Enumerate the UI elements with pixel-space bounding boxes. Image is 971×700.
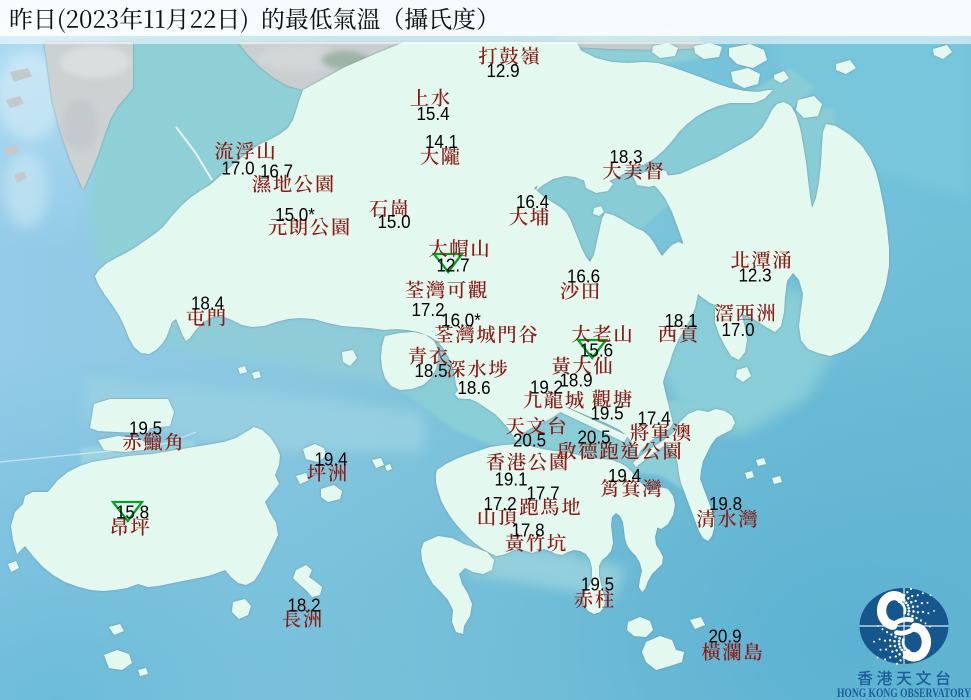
svg-text:15.0: 15.0 [377,211,410,232]
svg-text:19.4: 19.4 [314,448,347,469]
svg-text:14.1: 14.1 [425,131,458,152]
svg-text:19.5: 19.5 [590,402,623,423]
svg-text:18.5: 18.5 [414,360,447,381]
svg-text:17.2: 17.2 [483,493,516,514]
svg-text:15.8: 15.8 [116,501,149,522]
svg-text:16.7: 16.7 [260,160,293,181]
svg-text:19.5: 19.5 [581,573,614,594]
svg-text:HONG KONG OBSERVATORY: HONG KONG OBSERVATORY [837,686,971,700]
svg-text:17.0: 17.0 [721,319,754,340]
svg-text:17.2: 17.2 [411,299,444,320]
svg-text:15.0*: 15.0* [275,204,315,225]
svg-text:17.4: 17.4 [637,407,670,428]
svg-text:19.2: 19.2 [530,376,563,397]
svg-text:20.5: 20.5 [513,429,546,450]
svg-text:12.7: 12.7 [436,254,469,275]
svg-text:18.4: 18.4 [191,292,224,313]
svg-text:20.5: 20.5 [577,426,610,447]
svg-text:16.4: 16.4 [516,191,549,212]
svg-text:15.6: 15.6 [580,339,613,360]
svg-text:18.9: 18.9 [559,369,592,390]
svg-text:18.6: 18.6 [457,377,490,398]
svg-text:12.3: 12.3 [738,264,771,285]
svg-text:19.4: 19.4 [608,465,641,486]
svg-text:20.9: 20.9 [708,625,741,646]
svg-text:17.7: 17.7 [526,482,559,503]
svg-text:19.1: 19.1 [494,468,527,489]
svg-text:15.4: 15.4 [416,103,449,124]
svg-text:19.8: 19.8 [709,493,742,514]
svg-text:18.2: 18.2 [287,594,320,615]
svg-text:19.5: 19.5 [129,417,162,438]
svg-text:17.8: 17.8 [511,519,544,540]
svg-text:12.9: 12.9 [486,60,519,81]
svg-text:18.1: 18.1 [664,310,697,331]
svg-text:16.6: 16.6 [567,265,600,286]
svg-text:18.3: 18.3 [609,146,642,167]
svg-text:17.0: 17.0 [221,157,254,178]
svg-text:16.0*: 16.0* [441,309,481,330]
